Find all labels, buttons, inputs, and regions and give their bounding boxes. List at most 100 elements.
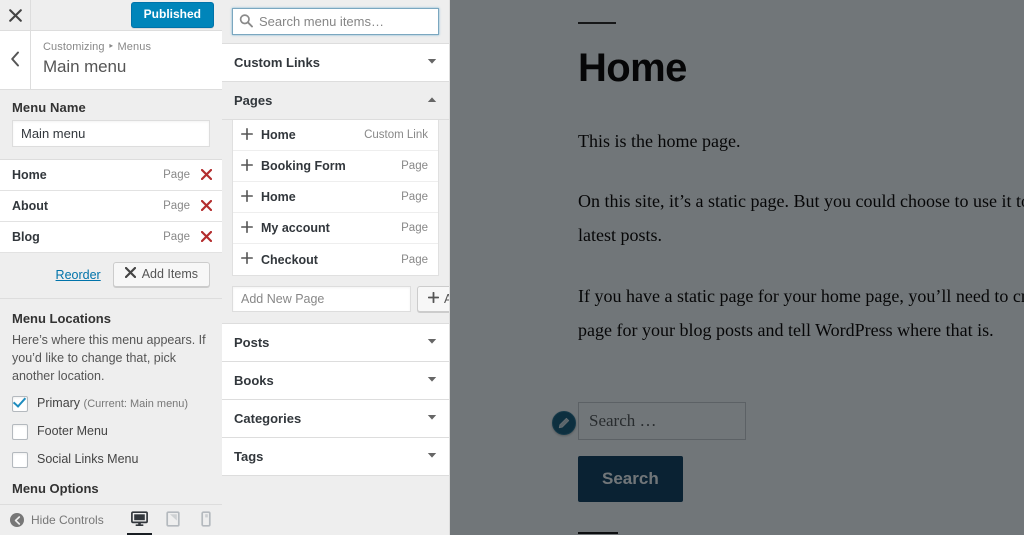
preview-paragraph: If you have a static page for your home … xyxy=(578,285,1024,340)
mobile-icon xyxy=(200,510,211,530)
preview-footer-widget xyxy=(578,531,1024,534)
available-item-name: Booking Form xyxy=(261,159,346,173)
chevron-down-icon xyxy=(427,414,437,423)
search-menu-items-input[interactable] xyxy=(232,8,439,35)
available-item-type: Page xyxy=(401,160,428,172)
accordion-title: Categories xyxy=(234,411,302,426)
available-item-type: Page xyxy=(401,222,428,234)
accordion-header-categories[interactable]: Categories xyxy=(222,400,449,437)
breadcrumb: Customizing ‣ Menus xyxy=(43,41,152,53)
plus-icon xyxy=(241,252,253,267)
accordion-header-books[interactable]: Books xyxy=(222,362,449,399)
reorder-link[interactable]: Reorder xyxy=(56,268,101,282)
available-item-row[interactable]: Booking Form Page xyxy=(233,151,438,182)
checkbox-icon[interactable] xyxy=(12,424,28,441)
location-sublabel: (Current: Main menu) xyxy=(83,398,189,411)
preview-paragraph: This is the home page. xyxy=(578,131,741,151)
publish-button[interactable]: Published xyxy=(130,2,214,28)
device-preview-group xyxy=(123,505,222,535)
location-checkbox-footer[interactable]: Footer Menu xyxy=(12,423,210,441)
available-item-name: Home xyxy=(261,190,296,204)
accordion-section-custom-links: Custom Links xyxy=(222,44,449,82)
menu-item-row[interactable]: About Page xyxy=(0,191,222,222)
menu-item-type: Page xyxy=(163,200,190,212)
edit-search-widget-pencil-icon[interactable] xyxy=(552,410,576,435)
accordion-title: Posts xyxy=(234,335,270,350)
preview-search-button[interactable]: Search xyxy=(578,455,683,502)
accordion-header-tags[interactable]: Tags xyxy=(222,438,449,475)
hide-controls-button[interactable]: Hide Controls xyxy=(0,513,123,527)
menu-name-input[interactable] xyxy=(12,120,210,147)
plus-icon xyxy=(241,189,253,205)
preview-page-title: Home xyxy=(578,46,687,90)
available-item-name: My account xyxy=(261,221,330,235)
location-label: Social Links Menu xyxy=(37,452,139,467)
menu-locations-description: Here’s where this menu appears. If you’d… xyxy=(12,333,206,384)
chevron-down-icon xyxy=(427,452,437,461)
add-new-page-button[interactable]: Add xyxy=(417,286,449,312)
add-menu-items-panel: Custom Links Pages xyxy=(222,0,450,535)
available-item-name: Home xyxy=(261,128,296,142)
add-new-page-input[interactable] xyxy=(232,286,411,312)
desktop-icon xyxy=(131,510,148,530)
delete-menu-item-icon[interactable] xyxy=(200,230,212,244)
plus-icon xyxy=(241,158,253,174)
tablet-icon xyxy=(165,510,180,530)
panel-back-button[interactable] xyxy=(0,31,31,89)
preview-paragraph: On this site, it’s a static page. But yo… xyxy=(578,191,1024,246)
preview-search-input[interactable] xyxy=(578,401,746,440)
device-tablet-button[interactable] xyxy=(156,505,189,535)
preview-search-widget: Search xyxy=(552,401,1024,502)
location-label: Primary xyxy=(37,396,81,411)
delete-menu-item-icon[interactable] xyxy=(200,199,212,213)
location-checkbox-primary[interactable]: Primary (Current: Main menu) xyxy=(12,395,210,413)
available-item-type: Custom Link xyxy=(364,129,428,141)
title-rule xyxy=(578,22,616,24)
chevron-left-icon xyxy=(10,51,21,70)
close-customizer-button[interactable] xyxy=(0,0,31,30)
available-item-name: Checkout xyxy=(261,252,318,267)
available-item-row[interactable]: My account Page xyxy=(233,213,438,244)
collapse-arrow-icon xyxy=(10,513,24,527)
hide-controls-label: Hide Controls xyxy=(31,513,104,527)
menu-items-list: Home Page About Page Blog Page xyxy=(0,159,222,253)
available-item-row[interactable]: Checkout Page xyxy=(233,244,438,275)
panel-titles: Customizing ‣ Menus Main menu xyxy=(31,31,222,89)
accordion-header-pages[interactable]: Pages xyxy=(222,82,449,120)
available-menu-items-list: Home Custom Link Booking Form Page Home … xyxy=(232,120,439,276)
accordion-section-categories: Categories xyxy=(222,400,449,438)
menu-item-name: Blog xyxy=(12,230,40,244)
accordion-body-pages: Home Custom Link Booking Form Page Home … xyxy=(222,120,449,323)
page-title: Main menu xyxy=(43,57,127,77)
customizer-app: Published Customizing ‣ Menus Main menu … xyxy=(0,0,1024,535)
available-item-row[interactable]: Home Custom Link xyxy=(233,120,438,151)
add-new-page-row: Add xyxy=(232,276,449,323)
menu-item-name: About xyxy=(12,199,49,213)
search-menu-items-wrap xyxy=(222,0,449,44)
delete-menu-item-icon[interactable] xyxy=(200,168,212,182)
chevron-down-icon xyxy=(427,338,437,347)
available-item-row[interactable]: Home Page xyxy=(233,182,438,213)
chevron-up-icon xyxy=(427,96,437,105)
available-item-type: Page xyxy=(401,191,428,203)
device-mobile-button[interactable] xyxy=(189,505,222,535)
panel-header: Customizing ‣ Menus Main menu xyxy=(0,31,222,90)
accordion-header-posts[interactable]: Posts xyxy=(222,324,449,361)
preview-content: Home This is the home page. On this site… xyxy=(450,0,1024,535)
location-checkbox-social[interactable]: Social Links Menu xyxy=(12,451,210,469)
checkbox-icon[interactable] xyxy=(12,396,28,413)
checkbox-icon[interactable] xyxy=(12,452,28,469)
menu-item-name: Home xyxy=(12,168,47,182)
menu-item-row[interactable]: Blog Page xyxy=(0,222,222,253)
menu-item-row[interactable]: Home Page xyxy=(0,160,222,191)
site-preview-frame[interactable]: Home This is the home page. On this site… xyxy=(450,0,1024,535)
accordion-header-custom-links[interactable]: Custom Links xyxy=(222,44,449,81)
accordion-section-tags: Tags xyxy=(222,438,449,476)
device-desktop-button[interactable] xyxy=(123,505,156,535)
menu-locations-section: Menu Locations Here’s where this menu ap… xyxy=(0,299,222,469)
close-icon xyxy=(8,8,22,22)
footer-rule xyxy=(578,531,618,534)
menu-name-field-group: Menu Name xyxy=(0,90,222,147)
add-items-button[interactable]: Add Items xyxy=(112,262,210,287)
plus-icon xyxy=(427,291,440,306)
